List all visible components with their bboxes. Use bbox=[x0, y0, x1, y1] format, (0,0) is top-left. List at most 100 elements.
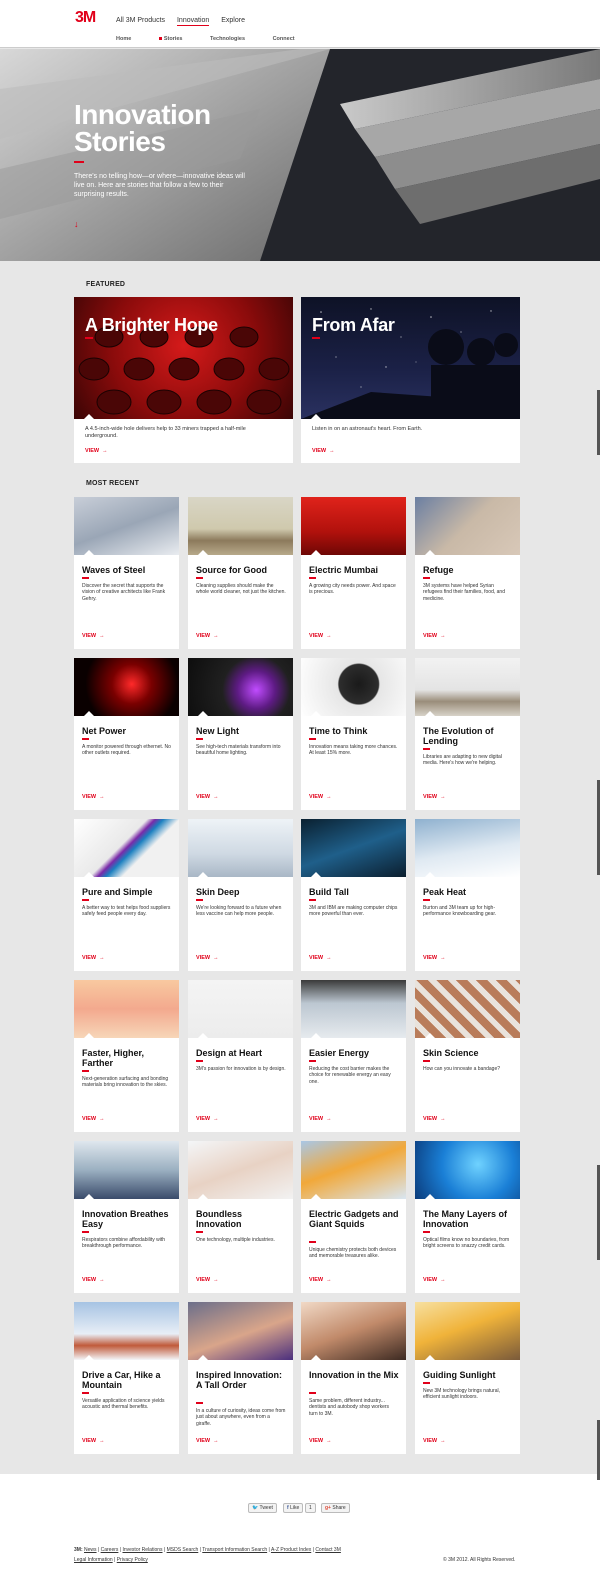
view-link[interactable]: VIEW → bbox=[196, 955, 219, 961]
footer-link-investor-relations[interactable]: Investor Relations bbox=[122, 1547, 162, 1553]
story-card[interactable]: Faster, Higher, Farther Next-generation s… bbox=[74, 980, 179, 1132]
story-card[interactable]: Pure and Simple A better way to test help… bbox=[74, 819, 179, 971]
story-thumbnail bbox=[188, 497, 293, 555]
view-link[interactable]: VIEW → bbox=[82, 633, 105, 639]
notch bbox=[84, 711, 94, 716]
story-card[interactable]: Innovation Breathes Easy Respirators comb… bbox=[74, 1141, 179, 1293]
view-link[interactable]: VIEW → bbox=[82, 1116, 105, 1122]
view-link[interactable]: VIEW → bbox=[423, 633, 446, 639]
nav-all-products[interactable]: All 3M Products bbox=[116, 17, 165, 24]
story-card[interactable]: Electric Mumbai A growing city needs powe… bbox=[301, 497, 406, 649]
view-link[interactable]: VIEW → bbox=[309, 955, 332, 961]
view-link[interactable]: VIEW → bbox=[312, 448, 335, 454]
story-card[interactable]: The Evolution of Lending Libraries are ad… bbox=[415, 658, 520, 810]
arrow-right-icon: → bbox=[213, 1116, 219, 1122]
arrow-right-icon: → bbox=[99, 794, 105, 800]
view-link[interactable]: VIEW → bbox=[196, 1438, 219, 1444]
story-card[interactable]: The Many Layers of Innovation Optical fil… bbox=[415, 1141, 520, 1293]
arrow-right-icon: → bbox=[326, 633, 332, 639]
story-card[interactable]: Waves of Steel Discover the secret that s… bbox=[74, 497, 179, 649]
footer-link-transport-search[interactable]: Transport Information Search bbox=[202, 1547, 267, 1553]
like-button[interactable]: f Like bbox=[283, 1503, 304, 1513]
notch bbox=[311, 872, 321, 877]
featured-card[interactable]: A Brighter Hope A 4.5-inch-wide hole del… bbox=[74, 297, 293, 463]
footer-link-contact[interactable]: Contact 3M bbox=[315, 1547, 341, 1553]
story-card[interactable]: Guiding Sunlight New 3M technology brings… bbox=[415, 1302, 520, 1454]
view-link[interactable]: VIEW → bbox=[423, 1438, 446, 1444]
footer-link-careers[interactable]: Careers bbox=[101, 1547, 119, 1553]
story-card[interactable]: Peak Heat Burton and 3M team up for high-… bbox=[415, 819, 520, 971]
story-card[interactable]: Net Power A monitor powered through ether… bbox=[74, 658, 179, 810]
story-desc: 3M's passion for innovation is by design… bbox=[196, 1066, 286, 1072]
story-thumbnail bbox=[415, 819, 520, 877]
story-thumbnail bbox=[74, 1141, 179, 1199]
view-link[interactable]: VIEW → bbox=[423, 955, 446, 961]
story-card[interactable]: Easier Energy Reducing the cost barrier m… bbox=[301, 980, 406, 1132]
story-card[interactable]: New Light See high-tech materials transfo… bbox=[188, 658, 293, 810]
share-button[interactable]: g+ Share bbox=[321, 1503, 350, 1513]
notch bbox=[84, 872, 94, 877]
arrow-right-icon: → bbox=[213, 955, 219, 961]
story-card[interactable]: Electric Gadgets and Giant Squids Unique … bbox=[301, 1141, 406, 1293]
footer-link-msds-search[interactable]: MSDS Search bbox=[167, 1547, 199, 1553]
footer-link-legal[interactable]: Legal Information bbox=[74, 1557, 113, 1563]
subnav-connect[interactable]: Connect bbox=[273, 36, 295, 42]
footer-link-privacy[interactable]: Privacy Policy bbox=[117, 1557, 148, 1563]
subnav-home[interactable]: Home bbox=[116, 36, 131, 42]
arrow-right-icon: → bbox=[213, 633, 219, 639]
story-desc: A growing city needs power. And space is… bbox=[309, 583, 396, 596]
story-card[interactable]: Refuge 3M systems have helped Syrian refu… bbox=[415, 497, 520, 649]
story-card[interactable]: Boundless Innovation One technology, mult… bbox=[188, 1141, 293, 1293]
story-desc: 3M systems have helped Syrian refugees f… bbox=[423, 583, 505, 602]
view-link[interactable]: VIEW → bbox=[82, 1277, 105, 1283]
footer bbox=[0, 1474, 600, 1583]
nav-innovation[interactable]: Innovation bbox=[176, 17, 210, 26]
view-link[interactable]: VIEW → bbox=[196, 794, 219, 800]
view-link[interactable]: VIEW → bbox=[423, 1277, 446, 1283]
story-card[interactable]: Source for Good Cleaning supplies should … bbox=[188, 497, 293, 649]
view-link[interactable]: VIEW → bbox=[309, 1116, 332, 1122]
scroll-down-arrow-icon[interactable]: ↓ bbox=[74, 219, 79, 229]
view-link[interactable]: VIEW → bbox=[82, 955, 105, 961]
view-link[interactable]: VIEW → bbox=[85, 448, 108, 454]
story-desc: In a culture of curiosity, ideas come fr… bbox=[196, 1408, 286, 1427]
story-card[interactable]: Skin Deep We're looking forward to a futu… bbox=[188, 819, 293, 971]
view-link[interactable]: VIEW → bbox=[196, 1116, 219, 1122]
story-card[interactable]: Skin Science How can you innovate a banda… bbox=[415, 980, 520, 1132]
story-card[interactable]: Inspired Innovation: A Tall Order In a cu… bbox=[188, 1302, 293, 1454]
story-desc: Next-generation surfacing and bonding ma… bbox=[82, 1076, 169, 1089]
view-link[interactable]: VIEW → bbox=[309, 1277, 332, 1283]
view-link[interactable]: VIEW → bbox=[309, 1438, 332, 1444]
title-rule bbox=[309, 899, 316, 901]
view-link[interactable]: VIEW → bbox=[309, 794, 332, 800]
tweet-button[interactable]: 🐦 Tweet bbox=[248, 1503, 277, 1513]
story-card[interactable]: Build Tall 3M and IBM are making computer… bbox=[301, 819, 406, 971]
view-link[interactable]: VIEW → bbox=[82, 1438, 105, 1444]
subnav-stories[interactable]: Stories bbox=[158, 36, 182, 42]
view-link[interactable]: VIEW → bbox=[196, 633, 219, 639]
story-card[interactable]: Design at Heart 3M's passion for innovati… bbox=[188, 980, 293, 1132]
story-thumbnail bbox=[301, 658, 406, 716]
title-rule bbox=[312, 337, 320, 339]
subnav-technologies[interactable]: Technologies bbox=[210, 36, 245, 42]
3m-logo[interactable]: 3M bbox=[75, 10, 105, 26]
featured-desc: A 4.5-inch-wide hole delivers help to 33… bbox=[85, 426, 246, 439]
story-desc: Versatile application of science yields … bbox=[82, 1398, 165, 1411]
footer-link-news[interactable]: News bbox=[84, 1547, 97, 1553]
story-thumbnail bbox=[188, 980, 293, 1038]
title-rule bbox=[196, 577, 203, 579]
view-link[interactable]: VIEW → bbox=[196, 1277, 219, 1283]
featured-card[interactable]: From Afar Listen in on an astronaut's he… bbox=[301, 297, 520, 463]
story-card[interactable]: Innovation in the Mix Same problem, diffe… bbox=[301, 1302, 406, 1454]
title-rule bbox=[423, 1231, 430, 1233]
view-link[interactable]: VIEW → bbox=[423, 1116, 446, 1122]
nav-explore[interactable]: Explore bbox=[221, 17, 245, 24]
view-link[interactable]: VIEW → bbox=[309, 633, 332, 639]
story-title: Boundless Innovation bbox=[196, 1209, 243, 1229]
view-link[interactable]: VIEW → bbox=[423, 794, 446, 800]
footer-link-product-index[interactable]: A-Z Product Index bbox=[271, 1547, 311, 1553]
story-card[interactable]: Drive a Car, Hike a Mountain Versatile ap… bbox=[74, 1302, 179, 1454]
story-title: Skin Deep bbox=[196, 887, 240, 897]
view-link[interactable]: VIEW → bbox=[82, 794, 105, 800]
story-card[interactable]: Time to Think Innovation means taking mor… bbox=[301, 658, 406, 810]
